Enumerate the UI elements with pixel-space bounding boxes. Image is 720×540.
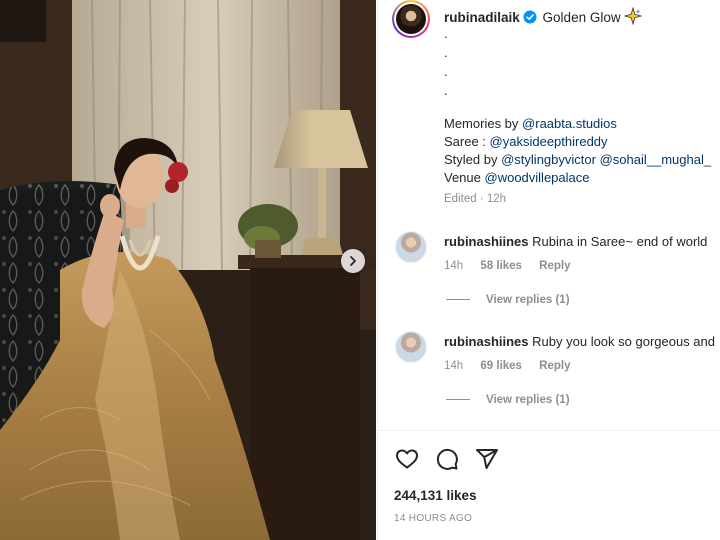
- commenter-username[interactable]: rubinashiines: [444, 334, 529, 349]
- share-icon: [476, 449, 498, 469]
- memories-mention-link[interactable]: @raabta.studios: [522, 116, 617, 131]
- heart-icon: [396, 449, 418, 469]
- comment-text: rubinashiines Rubina in Saree~ end of wo…: [444, 234, 707, 249]
- saree-portrait-image: [0, 0, 376, 540]
- like-button[interactable]: [394, 446, 420, 472]
- comment-body: Ruby you look so gorgeous and: [532, 334, 716, 349]
- author-username[interactable]: rubinadilaik: [444, 10, 520, 25]
- saree-label: Saree :: [444, 134, 486, 149]
- comment-meta: 14h 58 likes Reply: [444, 260, 585, 272]
- caption-header: rubinadilaik Golden Glow: [444, 7, 642, 25]
- styled-mention-link-2[interactable]: @sohail__mughal_: [600, 152, 712, 167]
- post-likes-count[interactable]: 244,131 likes: [394, 488, 477, 503]
- verified-badge-icon: [523, 10, 537, 24]
- comment-text: rubinashiines Ruby you look so gorgeous …: [444, 334, 715, 349]
- comment-reply-button[interactable]: Reply: [539, 360, 570, 372]
- caption-dot: .: [444, 64, 448, 79]
- chevron-right-icon: [350, 256, 356, 266]
- author-avatar[interactable]: [392, 0, 430, 38]
- next-photo-button[interactable]: [341, 249, 365, 273]
- memories-label: Memories by: [444, 116, 519, 131]
- styled-label: Styled by: [444, 152, 498, 167]
- caption-venue-line: Venue @woodvillepalace: [444, 170, 589, 185]
- view-replies-line: [446, 299, 470, 301]
- saree-mention-link[interactable]: @yaksideepthireddy: [490, 134, 608, 149]
- comment-time: 14h: [444, 360, 464, 372]
- commenter-avatar[interactable]: [395, 231, 427, 263]
- comment-icon: [436, 448, 458, 470]
- view-replies-button[interactable]: View replies (1): [446, 394, 570, 406]
- post-details-panel: rubinadilaik Golden Glow . . . . Memorie…: [377, 0, 720, 540]
- actions-divider: [378, 430, 720, 431]
- edited-timestamp: Edited · 12h: [444, 193, 507, 205]
- commenter-avatar[interactable]: [395, 331, 427, 363]
- venue-label: Venue: [444, 170, 481, 185]
- share-button[interactable]: [474, 446, 500, 472]
- caption-saree-line: Saree : @yaksideepthireddy: [444, 134, 608, 149]
- view-replies-button[interactable]: View replies (1): [446, 294, 570, 306]
- caption-text: Golden Glow: [542, 10, 621, 25]
- comment-meta: 14h 69 likes Reply: [444, 360, 585, 372]
- post-timestamp[interactable]: 14 HOURS AGO: [394, 513, 472, 524]
- view-replies-label: View replies (1): [486, 294, 570, 306]
- commenter-username[interactable]: rubinashiines: [444, 234, 529, 249]
- post-action-bar: [394, 446, 500, 472]
- view-replies-label: View replies (1): [486, 394, 570, 406]
- view-replies-line: [446, 399, 470, 401]
- caption-dot: .: [444, 45, 448, 60]
- comment-likes[interactable]: 58 likes: [480, 260, 522, 272]
- caption-memories-line: Memories by @raabta.studios: [444, 116, 617, 131]
- caption-dot: .: [444, 83, 448, 98]
- author-avatar-image: [396, 4, 426, 34]
- comment-time: 14h: [444, 260, 464, 272]
- comment-likes[interactable]: 69 likes: [480, 360, 522, 372]
- comment-reply-button[interactable]: Reply: [539, 260, 570, 272]
- styled-mention-link-1[interactable]: @stylingbyvictor: [501, 152, 596, 167]
- sparkle-emoji-icon: [623, 7, 642, 25]
- comment-body: Rubina in Saree~ end of world: [532, 234, 708, 249]
- caption-styled-line: Styled by @stylingbyvictor @sohail__mugh…: [444, 152, 711, 167]
- venue-mention-link[interactable]: @woodvillepalace: [485, 170, 590, 185]
- post-photo[interactable]: [0, 0, 376, 540]
- caption-dot: .: [444, 26, 448, 41]
- comment-button[interactable]: [434, 446, 460, 472]
